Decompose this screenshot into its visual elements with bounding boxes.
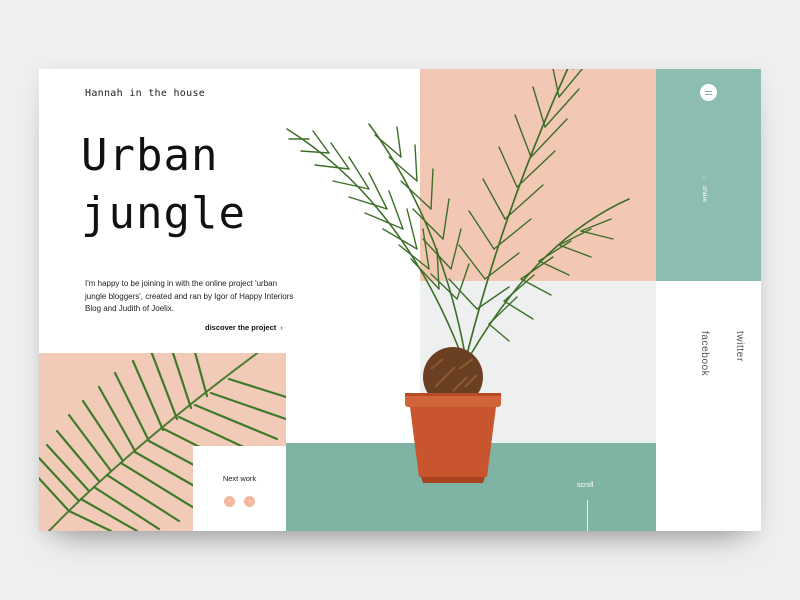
next-work-label: Next work [222,474,257,483]
menu-icon [705,90,712,92]
chevron-left-icon: ‹ [228,498,231,505]
social-links: instagram twitter facebook [699,331,761,380]
next-work-button[interactable]: › [244,496,255,507]
plant-photo [286,69,630,483]
share-label: share [701,186,708,203]
twitter-link[interactable]: twitter [734,331,745,380]
share-button[interactable]: ◌ share [701,175,708,202]
previous-work-button[interactable]: ‹ [224,496,235,507]
facebook-link[interactable]: facebook [699,331,710,380]
menu-icon-line [705,93,712,95]
hero-card: Hannah in the house Urban jungle I'm hap… [39,69,761,531]
next-work-panel: Next work ‹ › [193,446,286,531]
share-icon: ◌ [701,175,708,182]
scroll-indicator-line [587,500,588,531]
menu-button[interactable] [700,84,717,101]
scroll-indicator-label[interactable]: scroll [577,482,593,489]
chevron-right-icon: › [248,498,251,505]
